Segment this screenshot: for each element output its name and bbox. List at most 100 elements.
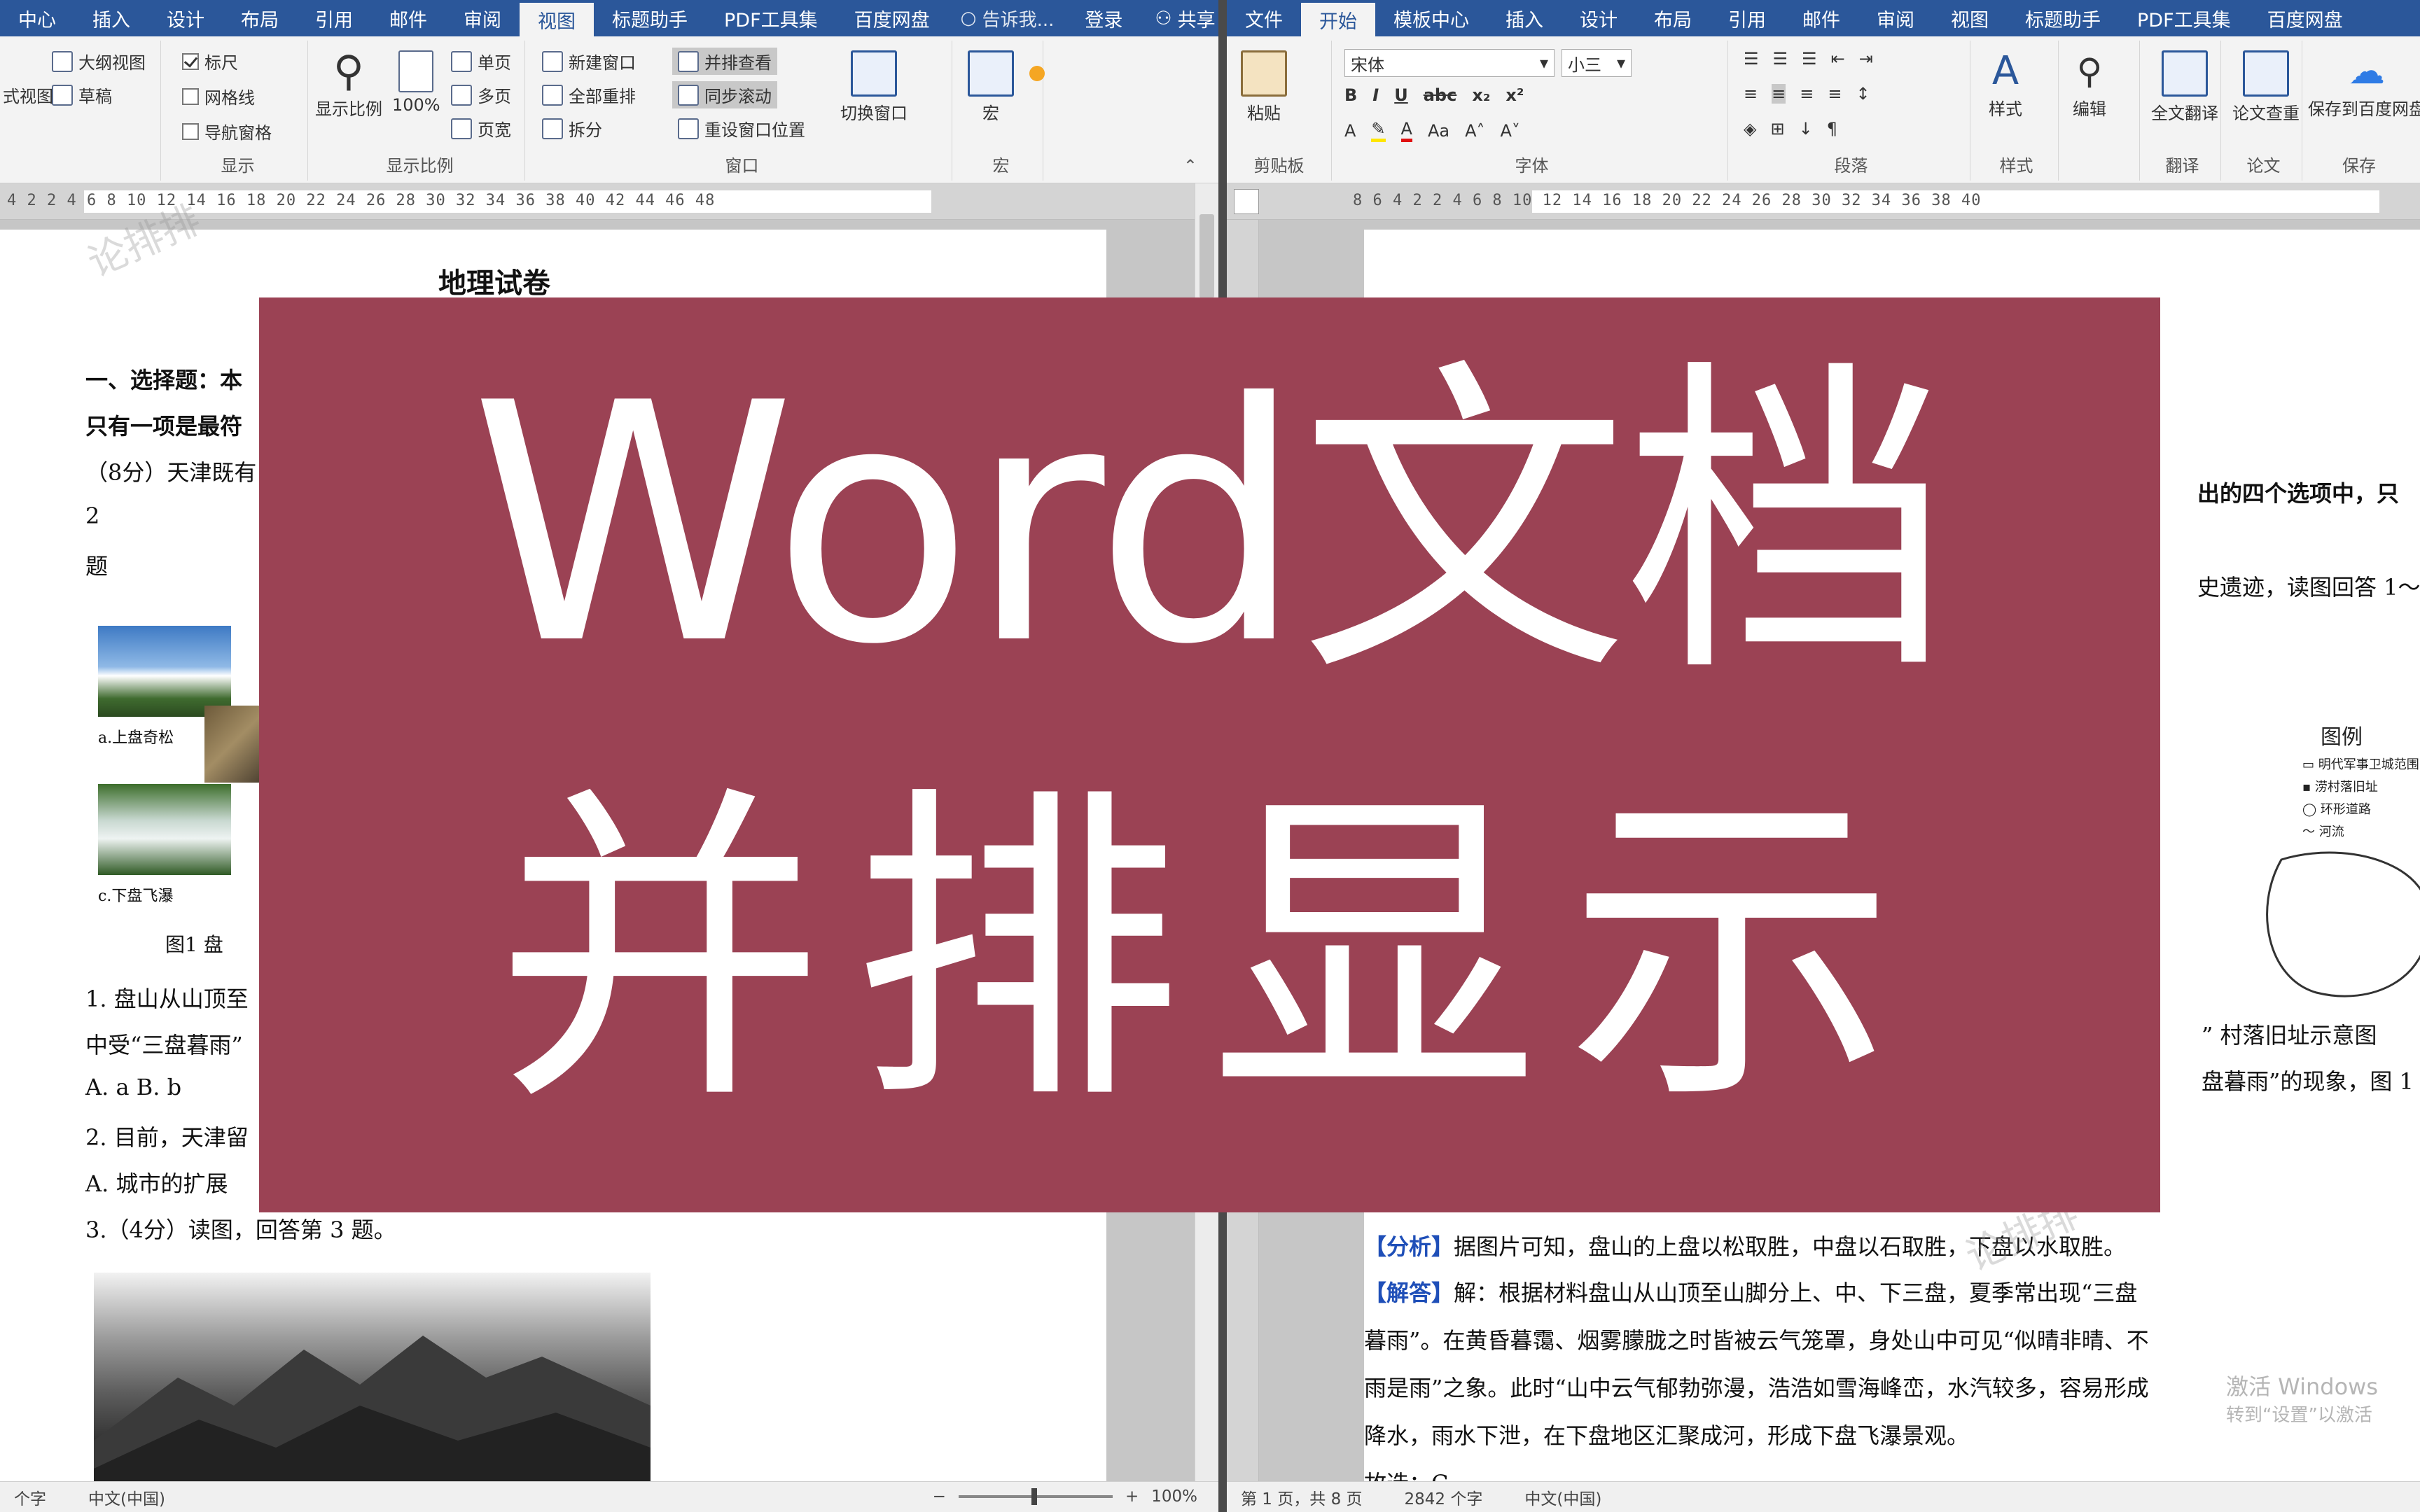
gridlines-check[interactable] xyxy=(182,88,199,105)
subscript-icon[interactable]: x₂ xyxy=(1472,85,1490,105)
tab-references[interactable]: 引用 xyxy=(1710,0,1784,36)
editing-button[interactable]: ⚲ 编辑 xyxy=(2073,50,2106,120)
text-effects-icon[interactable]: A xyxy=(1344,121,1356,141)
tab-baidu-netdisk[interactable]: 百度网盘 xyxy=(836,0,948,36)
tab-layout[interactable]: 布局 xyxy=(1636,0,1710,36)
font-family-select[interactable]: 宋体 ▾ xyxy=(1344,49,1555,77)
tab-review[interactable]: 审阅 xyxy=(445,0,520,36)
right-page-count[interactable]: 第 1 页，共 8 页 xyxy=(1241,1485,1363,1509)
right-word-count[interactable]: 2842 个字 xyxy=(1405,1485,1483,1509)
underline-icon[interactable]: U xyxy=(1394,85,1408,105)
left-zoom-slider[interactable] xyxy=(958,1488,1113,1505)
increase-indent-icon[interactable]: ⇥ xyxy=(1859,49,1873,69)
grow-font-icon[interactable]: A˄ xyxy=(1465,121,1484,141)
switch-windows-button[interactable]: 切换窗口 xyxy=(840,50,908,124)
left-zoom-level[interactable]: 100% xyxy=(1151,1488,1197,1506)
zoom-100-button[interactable]: 100% xyxy=(392,50,440,115)
tab-pdf-tools[interactable]: PDF工具集 xyxy=(2119,0,2249,36)
tab-mailings[interactable]: 邮件 xyxy=(371,0,445,36)
tab-insert[interactable]: 插入 xyxy=(74,0,148,36)
right-language[interactable]: 中文(中国) xyxy=(1524,1485,1601,1509)
left-zoom-control[interactable]: − + 100% xyxy=(933,1488,1197,1506)
side-by-side-button[interactable]: 并排查看 xyxy=(672,48,777,75)
numbering-icon[interactable]: ☰ xyxy=(1773,49,1788,69)
change-case-icon[interactable]: Aa xyxy=(1428,121,1449,141)
tab-view[interactable]: 视图 xyxy=(1933,0,2007,36)
tab-pdf-tools[interactable]: PDF工具集 xyxy=(706,0,836,36)
multilevel-list-icon[interactable]: ☰ xyxy=(1802,49,1817,69)
sort-icon[interactable]: ↓ xyxy=(1799,119,1813,139)
tab-center[interactable]: 中心 xyxy=(0,0,74,36)
font-size-select[interactable]: 小三 ▾ xyxy=(1562,49,1632,77)
macro-button[interactable]: 宏 xyxy=(968,50,1014,124)
paste-button[interactable]: 粘贴 xyxy=(1241,50,1287,124)
split-button[interactable]: 拆分 xyxy=(542,116,602,141)
tab-mailings[interactable]: 邮件 xyxy=(1784,0,1858,36)
tab-title-helper[interactable]: 标题助手 xyxy=(2007,0,2119,36)
multi-page-button[interactable]: 多页 xyxy=(451,83,511,107)
paper-group-label: 论文 xyxy=(2246,156,2281,176)
left-language[interactable]: 中文(中国) xyxy=(88,1485,165,1509)
bold-icon[interactable]: B xyxy=(1344,85,1357,105)
left-word-count[interactable]: 个字 xyxy=(14,1485,46,1509)
styles-button[interactable]: A 样式 xyxy=(1989,50,2022,120)
collapse-ribbon-icon[interactable]: ⌃ xyxy=(1183,156,1197,176)
tell-me-box[interactable]: ○ 告诉我... xyxy=(948,0,1067,36)
tab-layout[interactable]: 布局 xyxy=(223,0,297,36)
login-button[interactable]: 登录 xyxy=(1066,0,1141,36)
highlight-icon[interactable]: ✎ xyxy=(1371,119,1386,142)
italic-icon[interactable]: I xyxy=(1372,85,1379,105)
paper-check-button[interactable]: 论文查重 xyxy=(2232,50,2300,124)
one-page-button[interactable]: 单页 xyxy=(451,49,511,74)
shrink-font-icon[interactable]: A˅ xyxy=(1501,121,1520,141)
nav-pane-check[interactable] xyxy=(182,122,199,140)
tab-insert[interactable]: 插入 xyxy=(1487,0,1562,36)
caption-c: c.下盘飞瀑 xyxy=(98,888,174,905)
tab-template-center[interactable]: 模板中心 xyxy=(1375,0,1487,36)
nav-pane-checkbox[interactable]: 导航窗格 xyxy=(182,119,272,144)
left-scroll-thumb[interactable] xyxy=(1199,214,1214,298)
bullets-icon[interactable]: ☰ xyxy=(1744,49,1759,69)
align-center-icon[interactable]: ≡ xyxy=(1772,84,1786,104)
superscript-icon[interactable]: x² xyxy=(1505,85,1524,105)
page-width-button[interactable]: 页宽 xyxy=(451,116,511,141)
reset-window-position-button[interactable]: 重设窗口位置 xyxy=(678,116,805,141)
ruler-check[interactable] xyxy=(182,52,199,70)
align-right-icon[interactable]: ≡ xyxy=(1800,84,1814,104)
solution-text-4: 降水，雨水下泄，在下盘地区汇聚成河，形成下盘飞瀑景观。 xyxy=(1364,1422,1970,1449)
sync-scroll-button[interactable]: 同步滚动 xyxy=(672,81,777,108)
tab-stop-selector[interactable] xyxy=(1234,189,1259,214)
tab-references[interactable]: 引用 xyxy=(297,0,371,36)
save-to-baidu-button[interactable]: ☁ 保存到百度网盘 xyxy=(2308,50,2420,120)
align-left-icon[interactable]: ≡ xyxy=(1744,84,1758,104)
font-color-icon[interactable]: A xyxy=(1400,119,1412,142)
full-translate-button[interactable]: 全文翻译 xyxy=(2151,50,2218,124)
tab-design[interactable]: 设计 xyxy=(1562,0,1636,36)
borders-icon[interactable]: ⊞ xyxy=(1770,119,1784,139)
strikethrough-icon[interactable]: abc xyxy=(1424,85,1457,105)
tab-file[interactable]: 文件 xyxy=(1227,0,1301,36)
tab-view[interactable]: 视图 xyxy=(520,3,594,36)
zoom-in-icon[interactable]: + xyxy=(1125,1488,1139,1506)
tab-title-helper[interactable]: 标题助手 xyxy=(594,0,706,36)
decrease-indent-icon[interactable]: ⇤ xyxy=(1831,49,1845,69)
read-mode-button[interactable]: 式视图 xyxy=(3,83,53,107)
arrange-all-button[interactable]: 全部重排 xyxy=(542,83,636,107)
outline-view-button[interactable]: 大纲视图 xyxy=(52,49,146,74)
gridlines-checkbox[interactable]: 网格线 xyxy=(182,84,255,108)
tab-design[interactable]: 设计 xyxy=(148,0,223,36)
shading-icon[interactable]: ◈ xyxy=(1744,119,1756,139)
zoom-button[interactable]: ⚲ 显示比例 xyxy=(315,50,382,120)
line-spacing-icon[interactable]: ↕ xyxy=(1856,84,1870,104)
ruler-checkbox[interactable]: 标尺 xyxy=(182,49,238,74)
tab-baidu-netdisk[interactable]: 百度网盘 xyxy=(2249,0,2361,36)
share-button[interactable]: ⚇ 共享 xyxy=(1141,0,1218,36)
tab-review[interactable]: 审阅 xyxy=(1858,0,1933,36)
justify-icon[interactable]: ≡ xyxy=(1828,84,1842,104)
zoom-out-icon[interactable]: − xyxy=(933,1488,946,1506)
tab-home[interactable]: 开始 xyxy=(1301,3,1375,36)
question-2-option-a: A. 城市的扩展 xyxy=(85,1170,228,1197)
draft-view-button[interactable]: 草稿 xyxy=(52,83,112,107)
show-marks-icon[interactable]: ¶ xyxy=(1827,119,1837,139)
new-window-button[interactable]: 新建窗口 xyxy=(542,49,636,74)
